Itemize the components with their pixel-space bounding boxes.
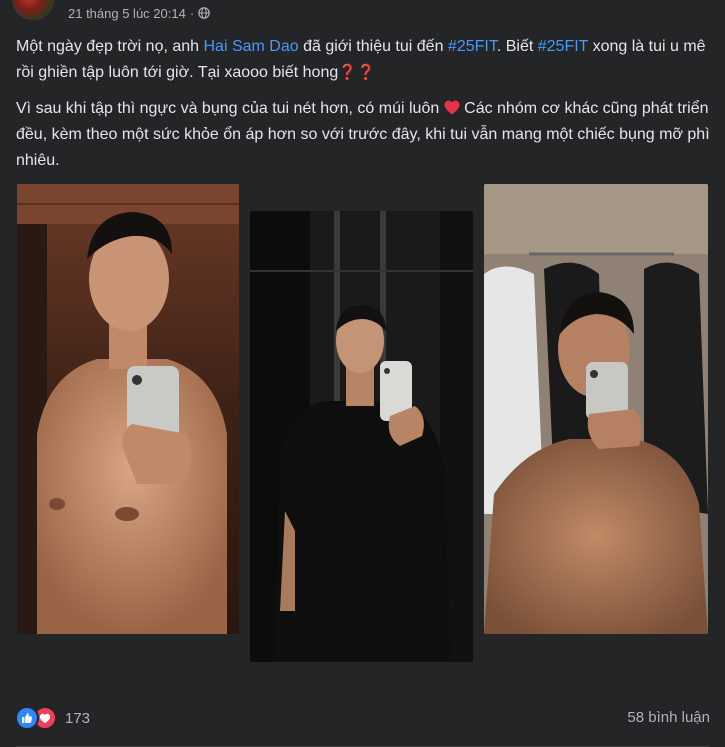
text-segment: đã giới thiệu tui đến	[298, 38, 448, 55]
post-photo-1[interactable]	[17, 184, 239, 634]
meta-separator: ·	[189, 5, 195, 21]
question-mark-emoji: ❓❓	[338, 64, 376, 81]
globe-icon[interactable]	[198, 7, 210, 19]
mention-link[interactable]: Hai Sam Dao	[204, 38, 299, 55]
text-segment: Vì sau khi tập thì ngực và bụng của tui …	[16, 100, 444, 117]
avatar[interactable]	[12, 0, 54, 20]
post-timestamp[interactable]: 21 tháng 5 lúc 20:14	[68, 6, 186, 21]
text-segment: . Biết	[496, 38, 538, 55]
reaction-count: 173	[65, 709, 91, 727]
post-meta: 21 tháng 5 lúc 20:14 ·	[68, 5, 210, 21]
hashtag-link[interactable]: #25FIT	[448, 38, 497, 55]
comments-count-link[interactable]: 58 bình luận	[627, 709, 710, 726]
hashtag-link[interactable]: #25FIT	[538, 38, 588, 55]
post-paragraph-2: Vì sau khi tập thì ngực và bụng của tui …	[16, 96, 711, 174]
reactions-summary[interactable]: 173	[15, 706, 91, 730]
like-icon	[15, 706, 39, 730]
post-text: Một ngày đẹp trời nọ, anh Hai Sam Dao đã…	[16, 34, 711, 184]
post-paragraph-1: Một ngày đẹp trời nọ, anh Hai Sam Dao đã…	[16, 34, 711, 86]
red-heart-emoji	[444, 100, 460, 115]
text-segment: Một ngày đẹp trời nọ, anh	[16, 38, 204, 55]
post-photo-2[interactable]	[250, 211, 473, 662]
facebook-post: 21 tháng 5 lúc 20:14 · Một ngày đẹp trời…	[0, 0, 725, 747]
post-photo-3[interactable]	[484, 184, 708, 634]
